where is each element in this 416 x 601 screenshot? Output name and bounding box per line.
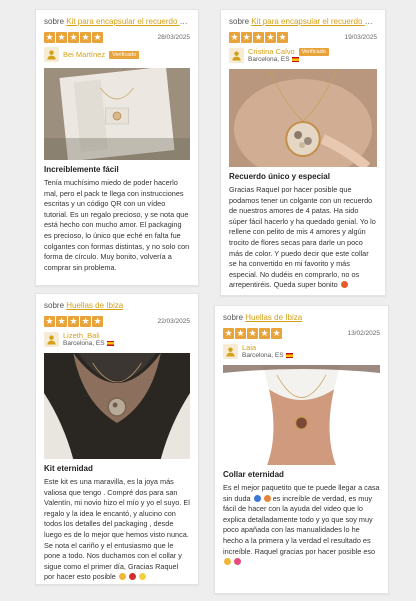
about-prefix: sobre xyxy=(229,17,250,26)
verified-badge: Verificado xyxy=(109,50,140,59)
review-title: Kit eternidad xyxy=(44,464,93,473)
reviewer-location: Barcelona, ES xyxy=(242,352,293,359)
review-body: Es el mejor paquetito que te puede llega… xyxy=(223,483,380,568)
star-icon: ★ xyxy=(241,31,252,43)
star-icon: ★ xyxy=(235,327,246,339)
heart-icon xyxy=(253,494,261,502)
review-product-line: sobre Huellas de Ibiza xyxy=(44,300,190,311)
review-body-text: Este kit es una maravilla, es la joya má… xyxy=(44,477,190,582)
review-photo[interactable] xyxy=(44,68,190,160)
reviewer-name: Cristina Calvo xyxy=(248,47,295,56)
star-icon: ★ xyxy=(68,31,79,43)
review-date: 19/03/2025 xyxy=(344,33,377,41)
about-prefix: sobre xyxy=(223,313,244,322)
avatar-icon xyxy=(44,331,59,347)
star-icon: ★ xyxy=(68,315,79,327)
star-icon: ★ xyxy=(229,31,240,43)
review-photo[interactable] xyxy=(44,353,190,459)
product-link[interactable]: Kit para encapsular el recuerdo de t... xyxy=(251,17,377,26)
reviewer-location: Barcelona, ES xyxy=(63,340,114,347)
review-card: sobre Huellas de Ibiza ★ ★ ★ ★ ★ 13/02/2… xyxy=(214,305,389,594)
product-link[interactable]: Huellas de Ibiza xyxy=(245,313,302,322)
about-prefix: sobre xyxy=(44,301,65,310)
spain-flag-icon xyxy=(291,57,299,62)
spain-flag-icon xyxy=(285,353,293,358)
review-body: Tenía muchísimo miedo de poder hacerlo m… xyxy=(44,178,190,272)
star-icon: ★ xyxy=(92,315,103,327)
product-link[interactable]: Kit para encapsular el recuerdo de t... xyxy=(66,17,190,26)
emoji-icon xyxy=(263,494,271,502)
emoji-icon xyxy=(340,281,348,289)
review-date: 28/03/2025 xyxy=(157,33,190,41)
verified-badge: Verificado xyxy=(298,47,329,56)
reviewer-name: Lizeth_Bali xyxy=(63,331,100,340)
reviewer-name: Bei Martínez xyxy=(63,50,106,59)
star-icon: ★ xyxy=(80,315,91,327)
avatar-icon xyxy=(223,343,238,359)
location-text: Barcelona, ES xyxy=(248,56,290,63)
review-title: Recuerdo único y especial xyxy=(229,172,330,181)
location-text: Barcelona, ES xyxy=(63,340,105,347)
star-icon: ★ xyxy=(44,315,55,327)
star-rating: ★ ★ ★ ★ ★ xyxy=(223,327,282,339)
review-card: sobre Huellas de Ibiza ★ ★ ★ ★ ★ 22/03/2… xyxy=(35,293,199,585)
review-date: 13/02/2025 xyxy=(347,329,380,337)
star-icon: ★ xyxy=(80,31,91,43)
heart-icon xyxy=(128,573,136,581)
star-icon: ★ xyxy=(223,327,234,339)
review-photo[interactable] xyxy=(229,69,377,167)
avatar-icon xyxy=(229,47,244,63)
emoji-icon xyxy=(234,558,242,566)
review-photo[interactable] xyxy=(223,365,380,465)
star-rating: ★ ★ ★ ★ ★ xyxy=(44,31,103,43)
review-product-line: sobre Kit para encapsular el recuerdo de… xyxy=(229,16,377,27)
about-prefix: sobre xyxy=(44,17,65,26)
product-link[interactable]: Huellas de Ibiza xyxy=(66,301,123,310)
star-icon: ★ xyxy=(265,31,276,43)
star-icon: ★ xyxy=(271,327,282,339)
star-icon: ★ xyxy=(259,327,270,339)
review-title: Collar eternidad xyxy=(223,470,284,479)
review-card: sobre Kit para encapsular el recuerdo de… xyxy=(220,9,386,296)
review-body: Gracias Raquel por hacer posible que pod… xyxy=(229,185,377,291)
review-date: 22/03/2025 xyxy=(157,317,190,325)
spain-flag-icon xyxy=(106,341,114,346)
review-card: sobre Kit para encapsular el recuerdo de… xyxy=(35,9,199,286)
review-product-line: sobre Huellas de Ibiza xyxy=(223,312,380,323)
star-icon: ★ xyxy=(92,31,103,43)
star-rating: ★ ★ ★ ★ ★ xyxy=(44,315,103,327)
star-icon: ★ xyxy=(44,31,55,43)
star-icon: ★ xyxy=(247,327,258,339)
star-icon: ★ xyxy=(253,31,264,43)
reviewer-location: Barcelona, ES xyxy=(248,56,329,63)
location-text: Barcelona, ES xyxy=(242,352,284,359)
reviewer-name: Laia xyxy=(242,343,257,352)
review-title: Increíblemente fácil xyxy=(44,165,119,174)
review-body-text: Gracias Raquel por hacer posible que pod… xyxy=(229,185,376,290)
emoji-icon xyxy=(224,558,231,566)
star-icon: ★ xyxy=(56,315,67,327)
star-icon: ★ xyxy=(56,31,67,43)
review-product-line: sobre Kit para encapsular el recuerdo de… xyxy=(44,16,190,27)
emoji-icon xyxy=(118,573,126,581)
sparkles-icon xyxy=(138,573,146,581)
star-icon: ★ xyxy=(277,31,288,43)
review-body: Este kit es una maravilla, es la joya má… xyxy=(44,477,190,583)
avatar-icon xyxy=(44,47,59,62)
star-rating: ★ ★ ★ ★ ★ xyxy=(229,31,288,43)
